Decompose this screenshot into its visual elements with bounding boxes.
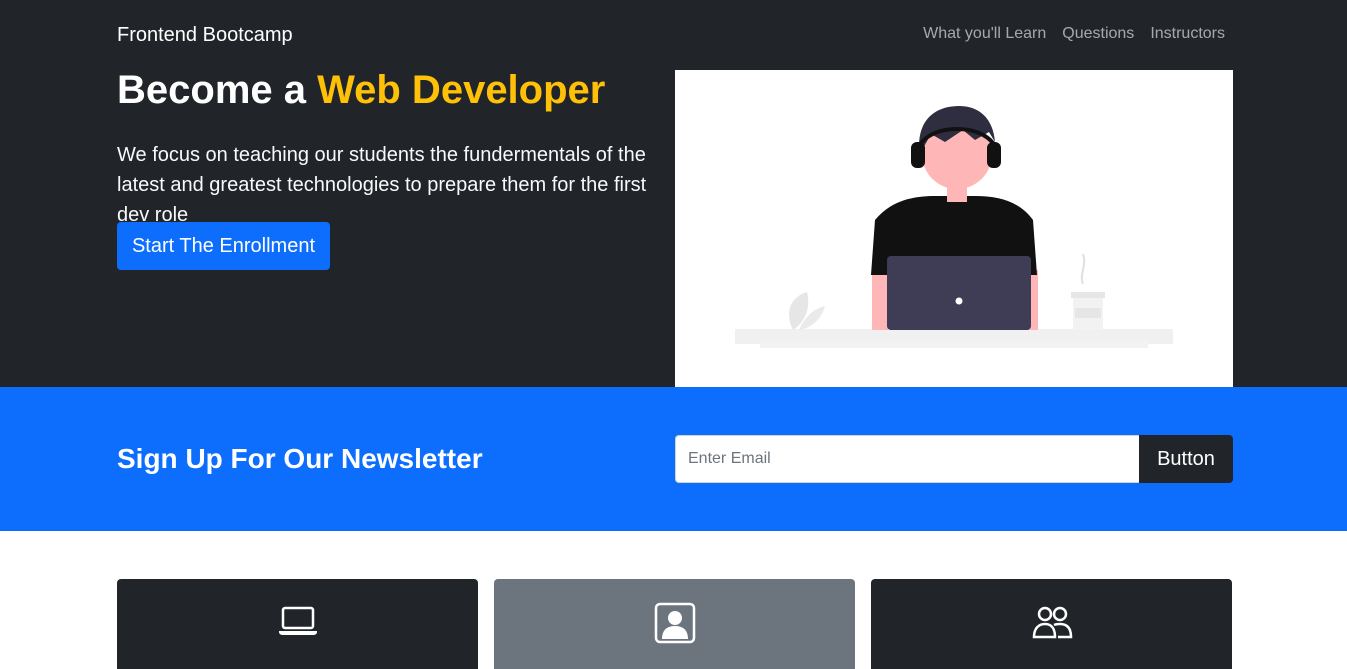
laptop-icon (278, 606, 317, 635)
hero-title-prefix: Become a (117, 68, 306, 112)
start-enrollment-button[interactable]: Start The Enrollment (117, 222, 330, 270)
newsletter-title: Sign Up For Our Newsletter (117, 443, 483, 474)
nav-link-learn[interactable]: What you'll Learn (923, 25, 1046, 43)
newsletter-submit-button[interactable]: Button (1139, 435, 1233, 483)
navbar-brand[interactable]: Frontend Bootcamp (117, 24, 293, 47)
people-icon (1032, 606, 1072, 639)
developer-illustration (735, 106, 1173, 348)
email-input[interactable] (675, 435, 1139, 483)
newsletter-section: Sign Up For Our Newsletter Button (0, 387, 1347, 531)
nav-link-instructors[interactable]: Instructors (1150, 25, 1225, 43)
navbar-links: What you'll Learn Questions Instructors (923, 25, 1225, 43)
nav-link-questions[interactable]: Questions (1062, 25, 1134, 43)
hero-illustration (675, 70, 1233, 387)
hero-title-accent: Web Developer (317, 68, 606, 112)
person-badge-icon (654, 602, 695, 644)
hero-section: Frontend Bootcamp What you'll Learn Ques… (0, 0, 1347, 387)
hero-title: Become a Web Developer (117, 68, 605, 113)
hero-lead: We focus on teaching our students the fu… (117, 144, 647, 226)
newsletter-form: Button (675, 435, 1233, 483)
